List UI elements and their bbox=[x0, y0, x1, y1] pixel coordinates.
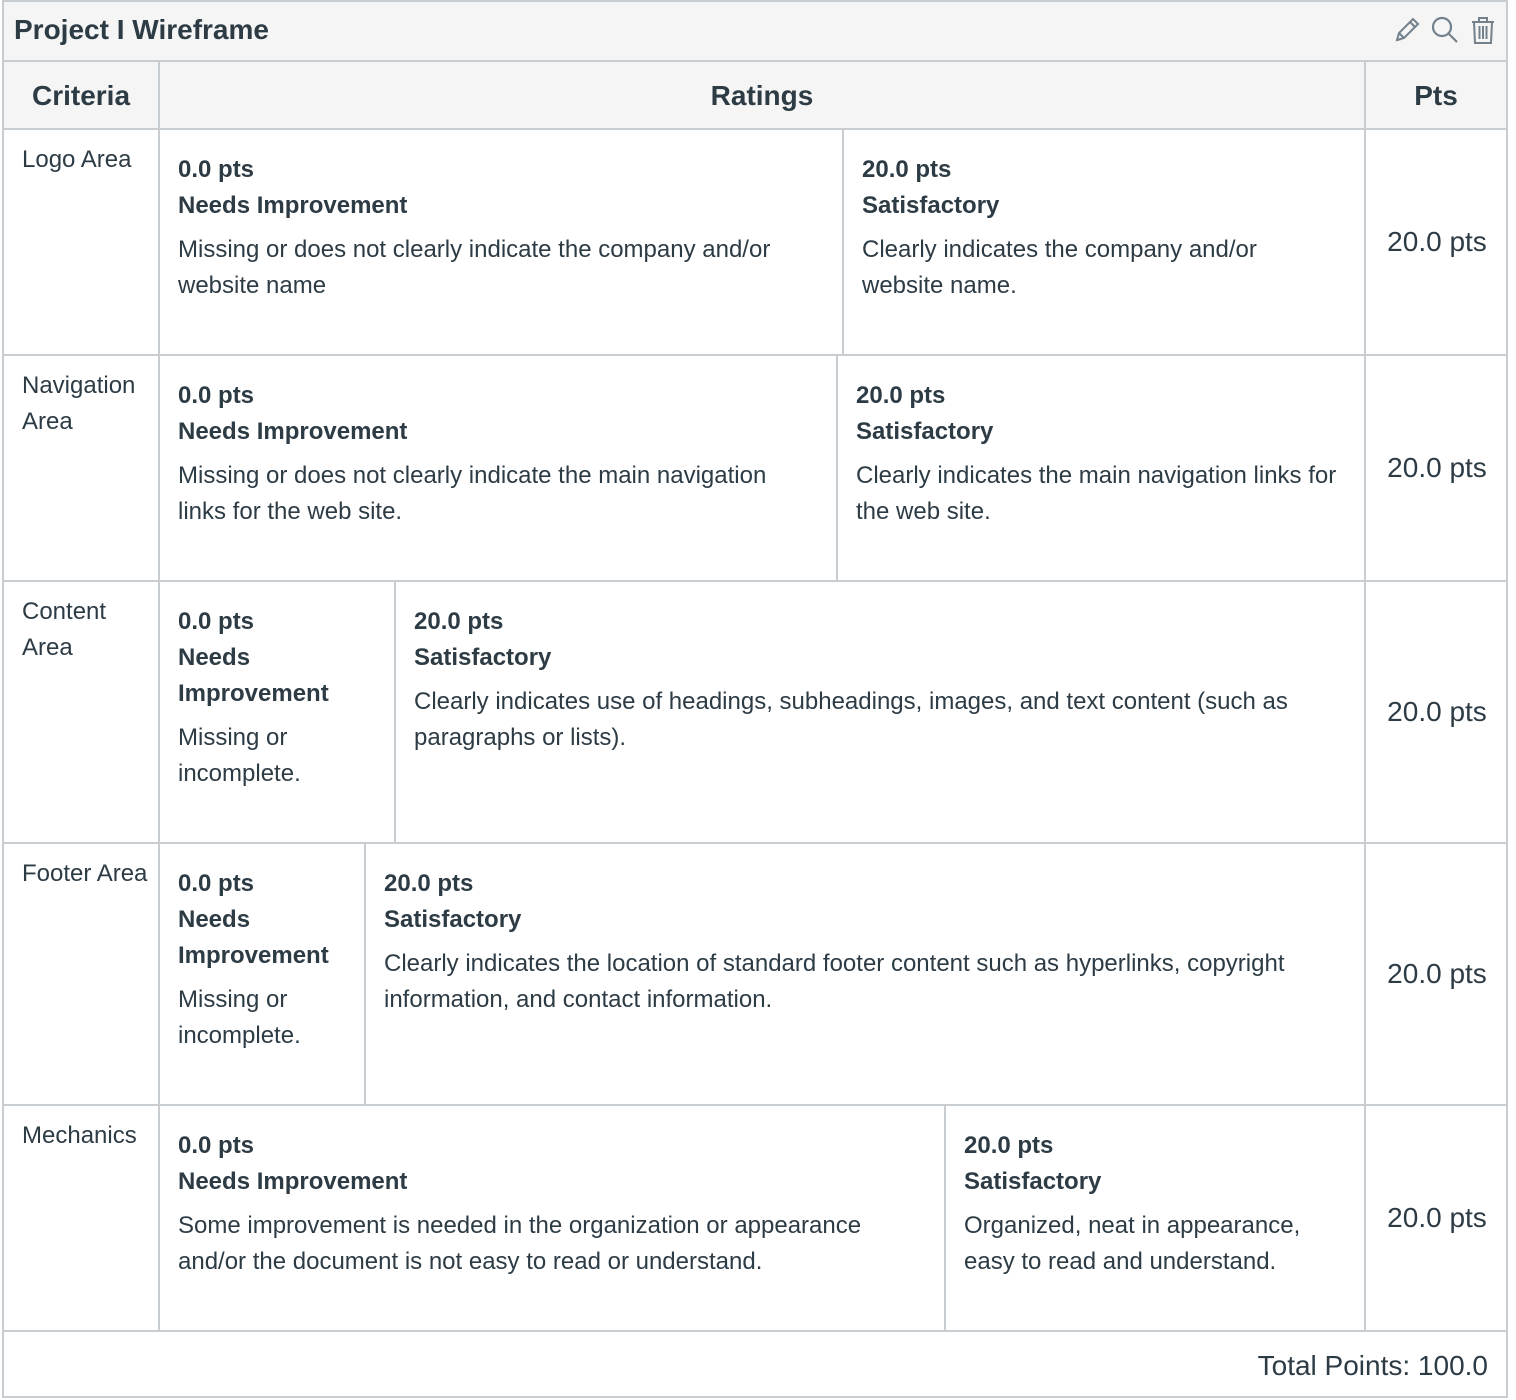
rating-name: Satisfactory bbox=[384, 906, 522, 933]
column-divider bbox=[158, 62, 160, 1332]
rubric-panel: Project I Wireframe Criteria Ratings Pts… bbox=[2, 0, 1508, 1398]
rating-name: Needs Improvement bbox=[178, 1168, 408, 1195]
rubric-titlebar: Project I Wireframe bbox=[4, 2, 1506, 62]
rating-points: 0.0 pts bbox=[178, 608, 255, 635]
criterion-points: 20.0 pts bbox=[1387, 1202, 1487, 1233]
rating-name: Satisfactory bbox=[964, 1168, 1102, 1195]
row-divider bbox=[4, 1104, 1506, 1106]
rating-points: 20.0 pts bbox=[414, 608, 504, 635]
rating-points: 0.0 pts bbox=[178, 382, 255, 409]
total-points: Total Points: 100.0 bbox=[1257, 1350, 1488, 1381]
rating-divider bbox=[364, 844, 366, 1106]
rating-satisfactory[interactable]: 20.0 pts Satisfactory Organized, neat in… bbox=[964, 1128, 1344, 1280]
rubric-toolbar bbox=[1390, 12, 1500, 48]
rating-description: Organized, neat in appearance, easy to r… bbox=[964, 1212, 1301, 1275]
rating-satisfactory[interactable]: 20.0 pts Satisfactory Clearly indicates … bbox=[384, 866, 1344, 1018]
rating-needs-improvement[interactable]: 0.0 pts Needs Improvement Some improveme… bbox=[178, 1128, 928, 1280]
rating-divider bbox=[394, 582, 396, 844]
rating-name: Needs Improvement bbox=[178, 192, 408, 219]
pencil-icon[interactable] bbox=[1390, 12, 1424, 48]
row-divider bbox=[4, 354, 1506, 356]
rating-name: Satisfactory bbox=[856, 418, 994, 445]
rating-points: 0.0 pts bbox=[178, 156, 255, 183]
rating-divider bbox=[944, 1106, 946, 1332]
rating-points: 20.0 pts bbox=[862, 156, 952, 183]
rating-description: Clearly indicates the location of standa… bbox=[384, 950, 1285, 1013]
row-divider bbox=[4, 580, 1506, 582]
rating-divider bbox=[842, 130, 844, 356]
rating-name: Needs Improvement bbox=[178, 418, 408, 445]
criterion-label: Content Area bbox=[22, 598, 107, 661]
header-criteria: Criteria bbox=[4, 62, 158, 130]
header-ratings: Ratings bbox=[160, 62, 1364, 130]
row-divider bbox=[4, 128, 1506, 130]
header-pts: Pts bbox=[1366, 62, 1506, 130]
rating-description: Some improvement is needed in the organi… bbox=[178, 1212, 862, 1275]
criterion-label: Mechanics bbox=[22, 1122, 137, 1149]
row-divider bbox=[4, 1330, 1506, 1332]
rating-description: Missing or does not clearly indicate the… bbox=[178, 462, 767, 525]
search-icon[interactable] bbox=[1428, 12, 1462, 48]
rating-satisfactory[interactable]: 20.0 pts Satisfactory Clearly indicates … bbox=[856, 378, 1346, 530]
criterion-points: 20.0 pts bbox=[1387, 958, 1487, 989]
rating-name: Satisfactory bbox=[414, 644, 552, 671]
trash-icon[interactable] bbox=[1466, 12, 1500, 48]
criterion-label: Logo Area bbox=[22, 146, 132, 173]
rating-needs-improvement[interactable]: 0.0 pts Needs Improvement Missing or inc… bbox=[178, 604, 378, 792]
row-divider bbox=[4, 842, 1506, 844]
rating-needs-improvement[interactable]: 0.0 pts Needs Improvement Missing or doe… bbox=[178, 152, 828, 304]
rating-points: 20.0 pts bbox=[856, 382, 946, 409]
rating-name: Needs Improvement bbox=[178, 644, 329, 707]
rating-description: Clearly indicates use of headings, subhe… bbox=[414, 688, 1288, 751]
rating-needs-improvement[interactable]: 0.0 pts Needs Improvement Missing or inc… bbox=[178, 866, 350, 1054]
rating-points: 20.0 pts bbox=[964, 1132, 1054, 1159]
rating-points: 0.0 pts bbox=[178, 870, 255, 897]
rating-description: Missing or does not clearly indicate the… bbox=[178, 236, 771, 299]
rating-satisfactory[interactable]: 20.0 pts Satisfactory Clearly indicates … bbox=[862, 152, 1342, 304]
criterion-label: Footer Area bbox=[22, 860, 148, 887]
rating-description: Missing or incomplete. bbox=[178, 986, 301, 1049]
rating-name: Satisfactory bbox=[862, 192, 1000, 219]
criterion-points: 20.0 pts bbox=[1387, 696, 1487, 727]
rating-points: 20.0 pts bbox=[384, 870, 474, 897]
rating-description: Missing or incomplete. bbox=[178, 724, 301, 787]
rating-description: Clearly indicates the main navigation li… bbox=[856, 462, 1337, 525]
rating-needs-improvement[interactable]: 0.0 pts Needs Improvement Missing or doe… bbox=[178, 378, 818, 530]
criterion-label: Navigation Area bbox=[22, 372, 136, 435]
criterion-points: 20.0 pts bbox=[1387, 226, 1487, 257]
rating-divider bbox=[836, 356, 838, 582]
criterion-points: 20.0 pts bbox=[1387, 452, 1487, 483]
rating-description: Clearly indicates the company and/or web… bbox=[862, 236, 1257, 299]
rating-name: Needs Improvement bbox=[178, 906, 329, 969]
rating-points: 0.0 pts bbox=[178, 1132, 255, 1159]
rubric-title: Project I Wireframe bbox=[14, 14, 269, 45]
rating-satisfactory[interactable]: 20.0 pts Satisfactory Clearly indicates … bbox=[414, 604, 1344, 756]
